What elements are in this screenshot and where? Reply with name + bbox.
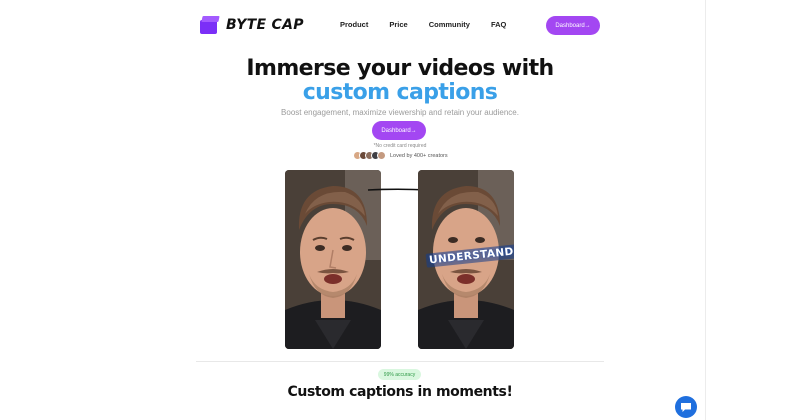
hero-subtitle: Boost engagement, maximize viewership an… — [281, 108, 519, 117]
accuracy-badge: 99% accuracy — [378, 369, 421, 380]
nav-link-faq[interactable]: FAQ — [491, 20, 506, 29]
social-proof: Loved by 400+ creators — [353, 151, 448, 160]
no-credit-card-note: *No credit card required — [373, 143, 427, 149]
nav-dashboard-button[interactable]: Dashboard→ — [546, 16, 600, 35]
hero-title: Immerse your videos with — [246, 56, 554, 81]
nav-links: Product Price Community FAQ — [340, 20, 527, 29]
chat-bubble-icon — [681, 402, 691, 412]
hero-accent-title: custom captions — [302, 80, 498, 105]
loved-by-text: Loved by 400+ creators — [390, 152, 448, 159]
creator-avatars — [353, 151, 386, 160]
nav-link-product[interactable]: Product — [340, 20, 368, 29]
hero-dashboard-button[interactable]: Dashboard→ — [372, 121, 426, 140]
brand-name: BYTE CAP — [226, 17, 304, 33]
brand-logo[interactable]: BYTE CAP — [200, 16, 304, 34]
top-nav: BYTE CAP Product Price Community FAQ Das… — [200, 14, 600, 38]
nav-link-community[interactable]: Community — [429, 20, 470, 29]
chat-button[interactable] — [675, 396, 697, 418]
avatar — [377, 151, 386, 160]
nav-link-price[interactable]: Price — [389, 20, 407, 29]
clapperboard-icon — [200, 16, 220, 34]
video-before[interactable] — [285, 170, 381, 349]
section-divider — [196, 361, 604, 362]
video-after[interactable]: UNDERSTAND — [418, 170, 514, 349]
face-illustration — [285, 170, 381, 349]
